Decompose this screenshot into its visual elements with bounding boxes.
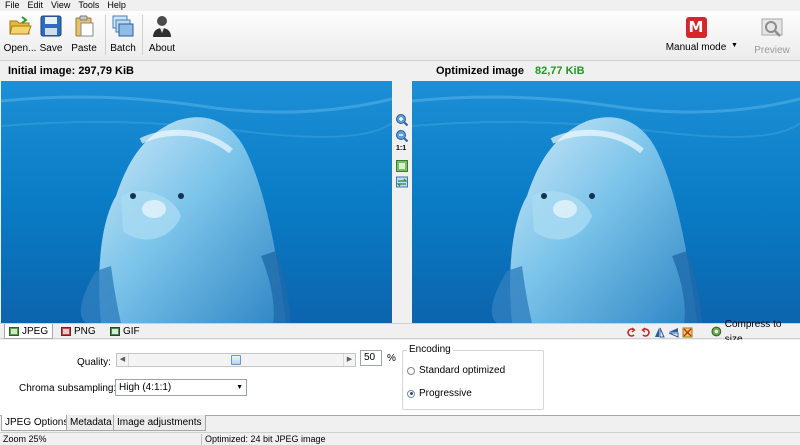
dolphin-photo-initial: [1, 81, 392, 323]
zoom-in-icon[interactable]: [395, 113, 409, 127]
chevron-down-icon: ▼: [236, 384, 243, 391]
png-icon: [61, 327, 71, 336]
menu-bar: File Edit View Tools Help: [0, 0, 800, 11]
flip-vertical-icon[interactable]: [654, 327, 665, 338]
mode-badge: M: [685, 17, 707, 38]
encoding-progressive-label: Progressive: [419, 388, 472, 399]
encoding-title: Encoding: [407, 344, 453, 355]
tab-metadata[interactable]: Metadata: [66, 415, 116, 431]
menu-help[interactable]: Help: [104, 0, 131, 11]
quality-slider-thumb[interactable]: [231, 355, 241, 365]
zoom-out-icon[interactable]: [395, 129, 409, 143]
optimized-image-label: Optimized image: [436, 65, 525, 77]
tab-jpeg[interactable]: JPEG: [4, 324, 54, 339]
actual-size-button[interactable]: 1:1: [396, 145, 406, 152]
about-label: About: [148, 43, 176, 54]
quality-unit: %: [387, 353, 396, 364]
person-icon: [153, 16, 171, 37]
radio-indicator: [407, 389, 415, 398]
swap-icon[interactable]: [395, 175, 409, 189]
image-status: Optimized: 24 bit JPEG image: [205, 434, 326, 444]
mode-label: Manual mode: [665, 42, 727, 53]
chroma-subsampling-label: Chroma subsampling:: [19, 383, 117, 394]
encoding-group: Encoding Standard optimized Progressive: [402, 344, 544, 410]
tab-png-label: PNG: [74, 326, 96, 337]
initial-image-size: 297,79 KiB: [78, 65, 134, 77]
tab-gif-label: GIF: [123, 326, 140, 337]
toolbar: Open... Save Paste Batch About M Manual …: [0, 11, 800, 61]
size-info-bar: Initial image: 297,79 KiB Optimized imag…: [0, 62, 800, 81]
initial-image-info: Initial image: 297,79 KiB: [8, 65, 134, 77]
options-tab-bar: JPEG Options Metadata Image adjustments: [0, 415, 800, 431]
flip-horizontal-icon[interactable]: [668, 327, 679, 338]
tab-jpeg-options[interactable]: JPEG Options: [1, 415, 73, 431]
floppy-disk-icon: [40, 15, 62, 37]
zoom-status: Zoom 25%: [3, 434, 47, 444]
rotate-left-icon[interactable]: [626, 326, 637, 338]
menu-edit[interactable]: Edit: [25, 0, 49, 11]
jpeg-options-panel: Quality: ◀ ▶ 50 % Chroma subsampling: Hi…: [0, 340, 800, 415]
tab-gif[interactable]: GIF: [106, 324, 144, 339]
chroma-selected-value: High (4:1:1): [119, 382, 172, 393]
quality-label: Quality:: [77, 357, 111, 368]
preview-button[interactable]: Preview: [752, 17, 792, 56]
preview-magnifier-icon: [761, 18, 783, 37]
optimized-image-size: 82,77 KiB: [535, 65, 585, 77]
image-transform-tools: [626, 325, 693, 339]
batch-label: Batch: [110, 43, 136, 54]
dolphin-photo-optimized: [412, 81, 800, 323]
clipboard-icon: [75, 15, 94, 37]
about-button[interactable]: About: [142, 14, 182, 54]
encoding-progressive-radio[interactable]: Progressive: [407, 388, 472, 399]
initial-image-label: Initial image:: [8, 65, 76, 77]
rotate-right-icon[interactable]: [640, 326, 651, 338]
paste-label: Paste: [71, 43, 97, 54]
quality-slider[interactable]: ◀ ▶: [116, 353, 356, 367]
status-divider: [201, 434, 202, 445]
folder-open-icon: [9, 16, 32, 35]
initial-image-view[interactable]: [1, 81, 392, 323]
slider-right-arrow-icon[interactable]: ▶: [343, 354, 355, 366]
fit-icon[interactable]: [395, 159, 409, 173]
tab-image-adjustments[interactable]: Image adjustments: [113, 415, 206, 431]
menu-tools[interactable]: Tools: [75, 0, 104, 11]
tab-jpeg-label: JPEG: [22, 325, 49, 337]
encoding-standard-label: Standard optimized: [419, 365, 506, 376]
tab-png[interactable]: PNG: [57, 324, 100, 339]
menu-view[interactable]: View: [48, 0, 75, 11]
slider-left-arrow-icon[interactable]: ◀: [117, 354, 129, 366]
radio-indicator: [407, 366, 415, 375]
optimized-image-view[interactable]: [412, 81, 800, 323]
menu-file[interactable]: File: [2, 0, 25, 11]
status-bar: Zoom 25% Optimized: 24 bit JPEG image: [0, 432, 800, 445]
save-label: Save: [39, 43, 63, 54]
mode-dropdown-arrow-icon[interactable]: ▼: [731, 42, 738, 49]
quality-input[interactable]: 50: [360, 350, 382, 366]
compress-to-size-button[interactable]: Compress to size: [711, 319, 800, 345]
compress-gear-icon: [711, 326, 722, 337]
batch-images-icon: [112, 15, 134, 37]
manual-mode-button[interactable]: M Manual mode: [662, 17, 730, 53]
gif-icon: [110, 327, 120, 336]
chroma-subsampling-select[interactable]: High (4:1:1) ▼: [115, 379, 247, 396]
viewer-toolbar: 1:1: [393, 81, 411, 323]
format-tab-bar: JPEG PNG GIF Compress to size: [0, 319, 800, 345]
crop-icon[interactable]: [682, 327, 693, 338]
preview-label: Preview: [754, 45, 790, 56]
jpeg-icon: [9, 326, 19, 336]
encoding-standard-radio[interactable]: Standard optimized: [407, 365, 505, 376]
batch-button[interactable]: Batch: [103, 14, 143, 54]
paste-button[interactable]: Paste: [64, 14, 104, 54]
